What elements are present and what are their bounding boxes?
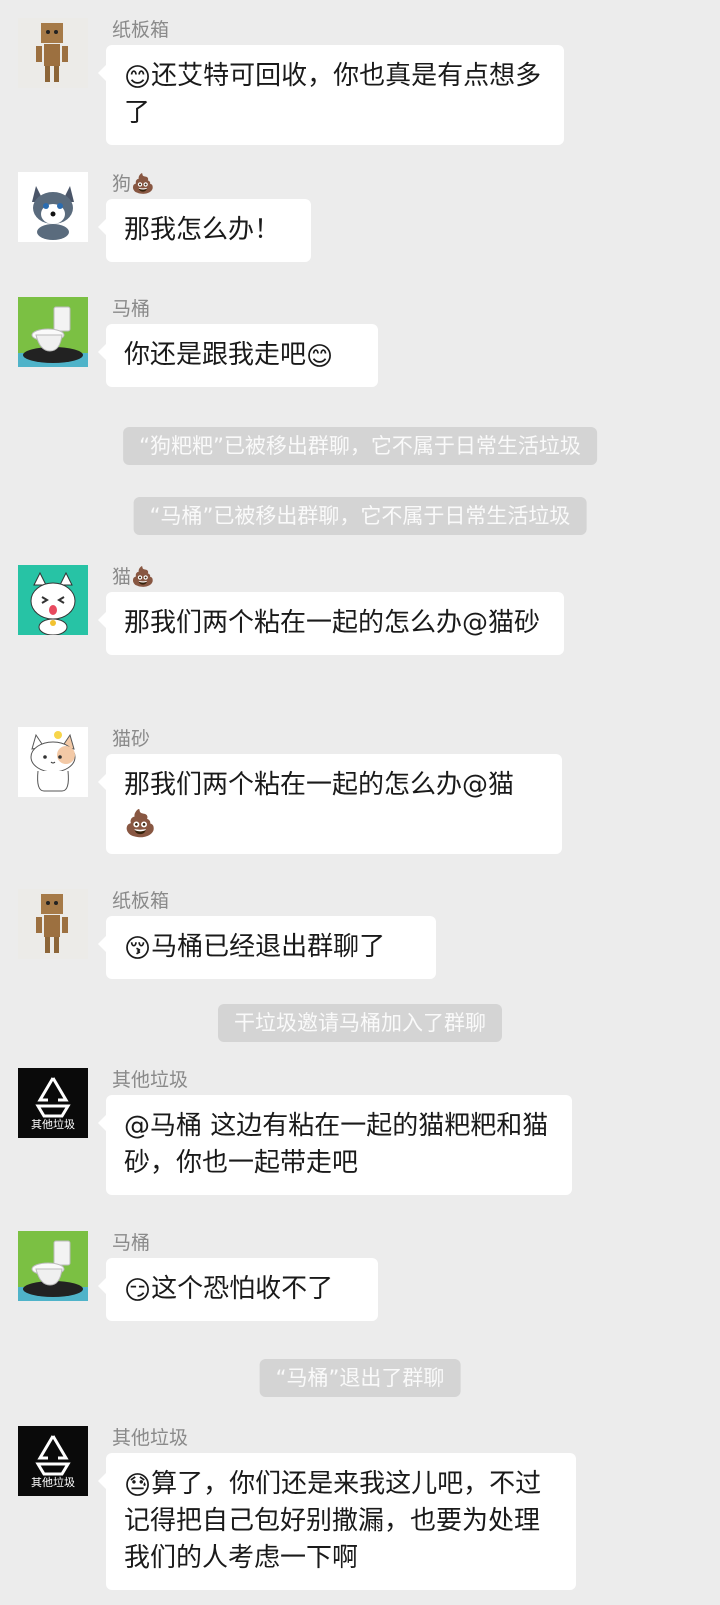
message-text: 那我们两个粘在一起的怎么办@猫 <box>124 770 515 800</box>
poop-emoji-icon: 💩 <box>131 566 155 588</box>
message-bubble[interactable]: 😚马桶已经退出群聊了 <box>98 916 436 979</box>
sender-name: 其他垃圾 <box>112 1427 189 1449</box>
avatar-toilet[interactable] <box>18 1231 88 1301</box>
system-notice: 干垃圾邀请马桶加入了群聊 <box>218 1004 502 1042</box>
sweat-emoji-icon: 😓 <box>124 1471 152 1501</box>
message-text: 你还是跟我走吧 <box>124 340 307 370</box>
system-notice: “狗粑粑”已被移出群聊，它不属于日常生活垃圾 <box>123 427 597 465</box>
message-text: 算了，你们还是来我这儿吧，不过记得把自己包好别撒漏，也要为处理我们的人考虑一下啊 <box>124 1469 542 1573</box>
message-bubble[interactable]: 😏这个恐怕收不了 <box>98 1258 378 1321</box>
message-bubble[interactable]: @马桶 这边有粘在一起的猫粑粑和猫砂，你也一起带走吧 <box>98 1095 572 1195</box>
message-text: 还艾特可回收，你也真是有点想多了 <box>124 61 542 128</box>
message-text: 那我们两个粘在一起的怎么办@猫砂 <box>124 608 541 638</box>
poop-emoji-icon: 💩 <box>131 173 155 195</box>
cat-cartoon-icon <box>18 565 88 635</box>
system-notice: “马桶”退出了群聊 <box>259 1359 461 1397</box>
kissing-emoji-icon: 😚 <box>124 934 152 964</box>
avatar-cardboard-box[interactable] <box>18 889 88 959</box>
message-bubble[interactable]: 😓算了，你们还是来我这儿吧，不过记得把自己包好别撒漏，也要为处理我们的人考虑一下… <box>98 1453 576 1590</box>
smile-emoji-icon: 😊 <box>306 342 334 372</box>
smirk-emoji-icon: 😏 <box>124 1276 152 1306</box>
sender-name: 其他垃圾 <box>112 1069 189 1091</box>
message-bubble[interactable]: 那我们两个粘在一起的怎么办@猫砂 <box>98 592 564 655</box>
poop-emoji-icon: 💩 <box>124 809 157 839</box>
husky-icon <box>18 172 88 242</box>
message-bubble[interactable]: 那我怎么办！ <box>98 199 311 262</box>
sender-name: 猫💩 <box>112 566 155 588</box>
smile-emoji-icon: 😊 <box>124 63 152 93</box>
toilet-icon <box>18 1231 88 1301</box>
avatar-other-trash[interactable]: 其他垃圾 <box>18 1068 88 1138</box>
toilet-icon <box>18 297 88 367</box>
message-bubble[interactable]: 那我们两个粘在一起的怎么办@猫 💩 <box>98 754 562 854</box>
message-text: 马桶已经退出群聊了 <box>151 932 386 962</box>
sender-name: 马桶 <box>112 1232 151 1254</box>
avatar-dog[interactable] <box>18 172 88 242</box>
avatar-cat[interactable] <box>18 565 88 635</box>
avatar-other-trash[interactable]: 其他垃圾 <box>18 1426 88 1496</box>
message-text: 这个恐怕收不了 <box>151 1274 334 1304</box>
message-bubble[interactable]: 😊还艾特可回收，你也真是有点想多了 <box>98 45 564 145</box>
avatar-toilet[interactable] <box>18 297 88 367</box>
avatar-cardboard-box[interactable] <box>18 18 88 88</box>
cardboard-robot-icon <box>18 889 88 959</box>
sender-name: 狗💩 <box>112 173 155 195</box>
sender-name: 纸板箱 <box>112 19 170 41</box>
white-cat-icon <box>18 727 88 797</box>
cardboard-robot-icon <box>18 18 88 88</box>
message-bubble[interactable]: 你还是跟我走吧😊 <box>98 324 378 387</box>
sender-name: 纸板箱 <box>112 890 170 912</box>
sender-name: 马桶 <box>112 298 151 320</box>
system-notice: “马桶”已被移出群聊，它不属于日常生活垃圾 <box>133 497 587 535</box>
avatar-label: 其他垃圾 <box>31 1476 75 1489</box>
avatar-cat-litter[interactable] <box>18 727 88 797</box>
message-text: @马桶 这边有粘在一起的猫粑粑和猫砂，你也一起带走吧 <box>124 1111 549 1178</box>
message-text: 那我怎么办！ <box>124 215 281 245</box>
sender-name: 猫砂 <box>112 728 151 750</box>
avatar-label: 其他垃圾 <box>31 1118 75 1131</box>
